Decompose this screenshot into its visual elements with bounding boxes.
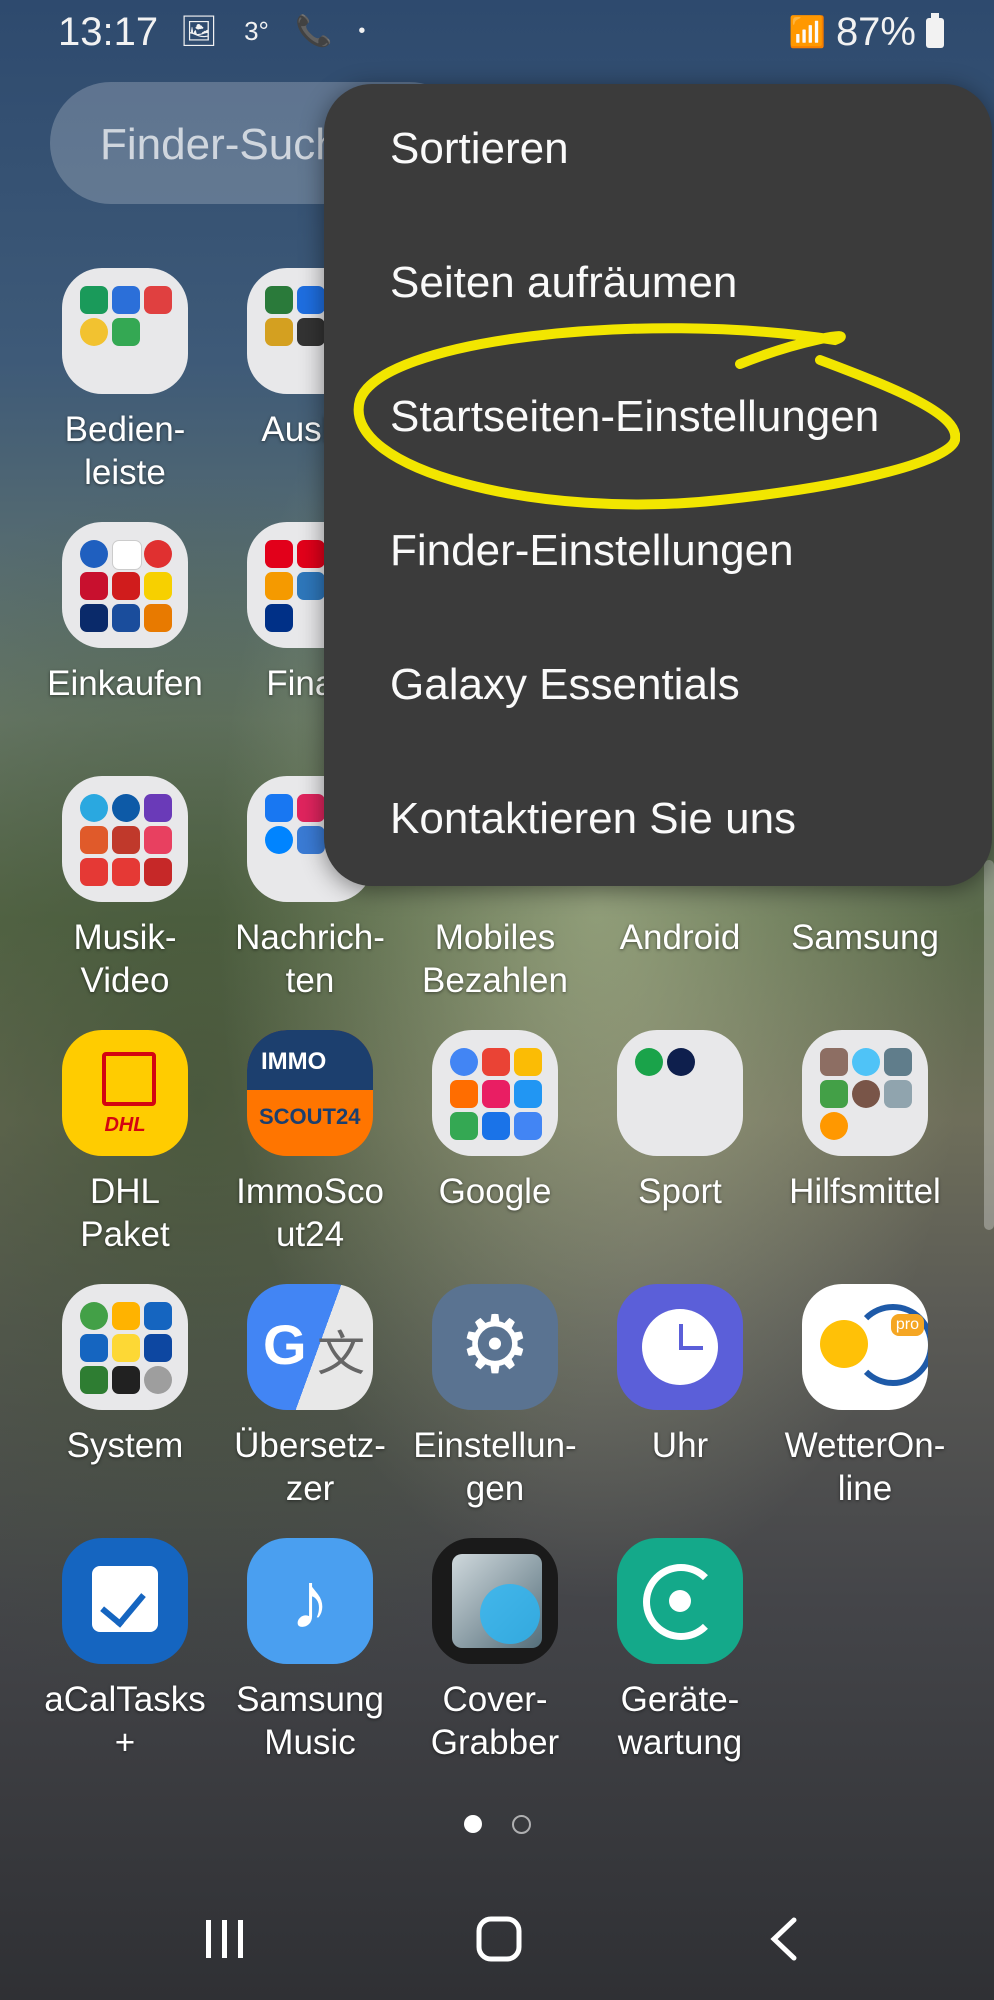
page-dot-active[interactable]	[463, 1815, 482, 1833]
menu-item-startseiten-einstellungen[interactable]: Startseiten-Einstellungen	[390, 392, 879, 442]
app-samsung-music[interactable]: ♪ Samsung Music	[220, 1538, 400, 1764]
navigation-bar	[0, 1900, 994, 2000]
scrollbar[interactable]	[984, 860, 994, 1230]
status-time: 13:17	[58, 10, 159, 54]
dot-icon: •	[358, 20, 366, 42]
folder-icon	[617, 1030, 743, 1156]
phone-icon: 📞	[294, 15, 333, 48]
folder-icon	[802, 1030, 928, 1156]
app-folder-system[interactable]: System	[35, 1284, 215, 1467]
app-uebersetzer[interactable]: G 文 Übersetz- zer	[220, 1284, 400, 1510]
weather-icon: pro	[802, 1284, 928, 1410]
battery-percent: 87%	[835, 10, 916, 54]
folder-icon	[62, 1284, 188, 1410]
status-bar: 13:17 🖼 3° 📞 • 📶 87%	[0, 0, 994, 68]
app-folder-google[interactable]: Google	[405, 1030, 585, 1213]
app-label: Hilfsmittel	[789, 1172, 941, 1211]
menu-item-seiten-aufraeumen[interactable]: Seiten aufräumen	[390, 258, 737, 308]
app-label: Übersetz- zer	[234, 1426, 386, 1508]
app-label: ImmoSco ut24	[236, 1172, 384, 1254]
app-label: Samsung	[791, 918, 939, 957]
folder-icon	[432, 1030, 558, 1156]
cover-icon	[432, 1538, 558, 1664]
temperature: 3°	[244, 16, 269, 46]
gallery-icon: 🖼	[180, 15, 219, 48]
immoscout-icon: IMMO SCOUT24	[247, 1030, 373, 1156]
back-icon	[770, 1917, 797, 1961]
search-placeholder: Finder-Such	[100, 120, 340, 169]
wifi-icon: 📶	[788, 16, 826, 49]
app-label: aCalTasks +	[44, 1680, 206, 1762]
app-label: Geräte- wartung	[617, 1680, 743, 1762]
menu-item-sortieren[interactable]: Sortieren	[390, 124, 569, 174]
app-label: Musik- Video	[73, 918, 177, 1000]
app-wetteronline[interactable]: pro WetterOn- line	[775, 1284, 955, 1510]
menu-item-finder-einstellungen[interactable]: Finder-Einstellungen	[390, 526, 794, 576]
app-geraetewartung[interactable]: Geräte- wartung	[590, 1538, 770, 1764]
page-indicator[interactable]	[0, 1815, 994, 1834]
app-folder-einkaufen[interactable]: Einkaufen	[35, 522, 215, 705]
context-menu: Sortieren Seiten aufräumen Startseiten-E…	[324, 84, 992, 886]
app-label: Google	[438, 1172, 552, 1211]
translate-icon: G 文	[247, 1284, 373, 1410]
app-acaltasks[interactable]: aCalTasks +	[35, 1538, 215, 1764]
app-label: Einkaufen	[47, 664, 203, 703]
app-label: Android	[619, 918, 741, 957]
menu-item-kontaktieren[interactable]: Kontaktieren Sie uns	[390, 794, 796, 844]
app-folder-sport[interactable]: Sport	[590, 1030, 770, 1213]
app-label: Cover- Grabber	[430, 1680, 560, 1762]
home-icon	[476, 1916, 522, 1962]
music-note-icon: ♪	[247, 1538, 373, 1664]
menu-item-galaxy-essentials[interactable]: Galaxy Essentials	[390, 660, 740, 710]
app-label: WetterOn- line	[784, 1426, 946, 1508]
app-folder-musik-video[interactable]: Musik- Video	[35, 776, 215, 1002]
app-label: Bedien- leiste	[64, 410, 186, 492]
app-label: Mobiles Bezahlen	[422, 918, 568, 1000]
folder-icon	[62, 268, 188, 394]
tasks-icon	[62, 1538, 188, 1664]
recent-apps-icon	[206, 1920, 243, 1958]
gear-icon: ⚙	[432, 1284, 558, 1410]
app-folder-hilfsmittel[interactable]: Hilfsmittel	[775, 1030, 955, 1213]
device-care-icon	[617, 1538, 743, 1664]
app-label: Samsung Music	[236, 1680, 384, 1762]
back-button[interactable]	[760, 1914, 810, 1969]
battery-icon	[926, 12, 944, 48]
app-label: DHL Paket	[80, 1172, 170, 1254]
app-label: Nachrich- ten	[235, 918, 385, 1000]
clock-icon	[617, 1284, 743, 1410]
app-label: Uhr	[651, 1426, 709, 1465]
app-immoscout24[interactable]: IMMO SCOUT24 ImmoSco ut24	[220, 1030, 400, 1256]
dhl-icon: DHL	[62, 1030, 188, 1156]
app-folder-bedienleiste[interactable]: Bedien- leiste	[35, 268, 215, 494]
folder-icon	[62, 776, 188, 902]
app-einstellungen[interactable]: ⚙ Einstellun- gen	[405, 1284, 585, 1510]
app-uhr[interactable]: Uhr	[590, 1284, 770, 1467]
home-button[interactable]	[474, 1914, 524, 1969]
app-label: Einstellun- gen	[413, 1426, 577, 1508]
folder-icon	[62, 522, 188, 648]
app-covergrabber[interactable]: Cover- Grabber	[405, 1538, 585, 1764]
recent-apps-button[interactable]	[200, 1914, 250, 1969]
page-dot[interactable]	[511, 1815, 531, 1834]
app-label: Sport	[638, 1172, 722, 1211]
app-label: System	[66, 1426, 184, 1465]
app-dhl-paket[interactable]: DHL DHL Paket	[35, 1030, 215, 1256]
